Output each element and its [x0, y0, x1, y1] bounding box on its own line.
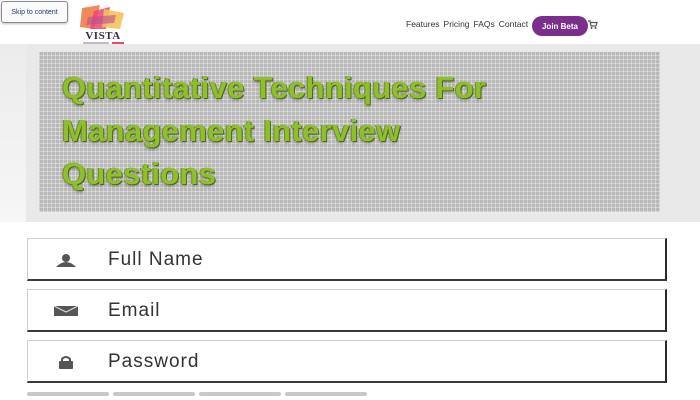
email-placeholder: Email [108, 300, 161, 321]
title-line-1: Quantitative Techniques For [62, 70, 487, 105]
main-nav: Features Pricing FAQs Contact [406, 19, 528, 29]
password-field[interactable]: Password [27, 340, 667, 383]
tab-segment [285, 392, 367, 396]
password-placeholder: Password [108, 351, 200, 372]
join-beta-button[interactable]: Join Beta [532, 16, 588, 36]
nav-faqs[interactable]: FAQs [474, 19, 495, 29]
vista-logo[interactable]: VISTA [80, 5, 126, 45]
logo-graphic [80, 5, 124, 29]
title-line-3: Questions [62, 156, 217, 191]
progress-tabs [27, 392, 367, 396]
nav-pricing[interactable]: Pricing [444, 19, 470, 29]
user-icon [56, 254, 76, 267]
page-title: Quantitative Techniques For Management I… [62, 66, 642, 195]
lock-icon [59, 356, 73, 369]
title-line-2: Management Interview [62, 113, 401, 148]
tab-segment [27, 392, 109, 396]
nav-features[interactable]: Features [406, 19, 440, 29]
tab-segment [199, 392, 281, 396]
full-name-placeholder: Full Name [108, 249, 204, 270]
email-field[interactable]: Email [27, 289, 667, 332]
envelope-icon [54, 305, 78, 316]
cart-icon[interactable] [588, 20, 598, 30]
logo-wordmark: VISTA [85, 30, 121, 42]
tab-segment [113, 392, 195, 396]
nav-contact[interactable]: Contact [499, 19, 528, 29]
full-name-field[interactable]: Full Name [27, 238, 667, 281]
skip-to-content-link[interactable]: Skip to content [1, 1, 68, 23]
hero-left-edge [0, 44, 26, 222]
